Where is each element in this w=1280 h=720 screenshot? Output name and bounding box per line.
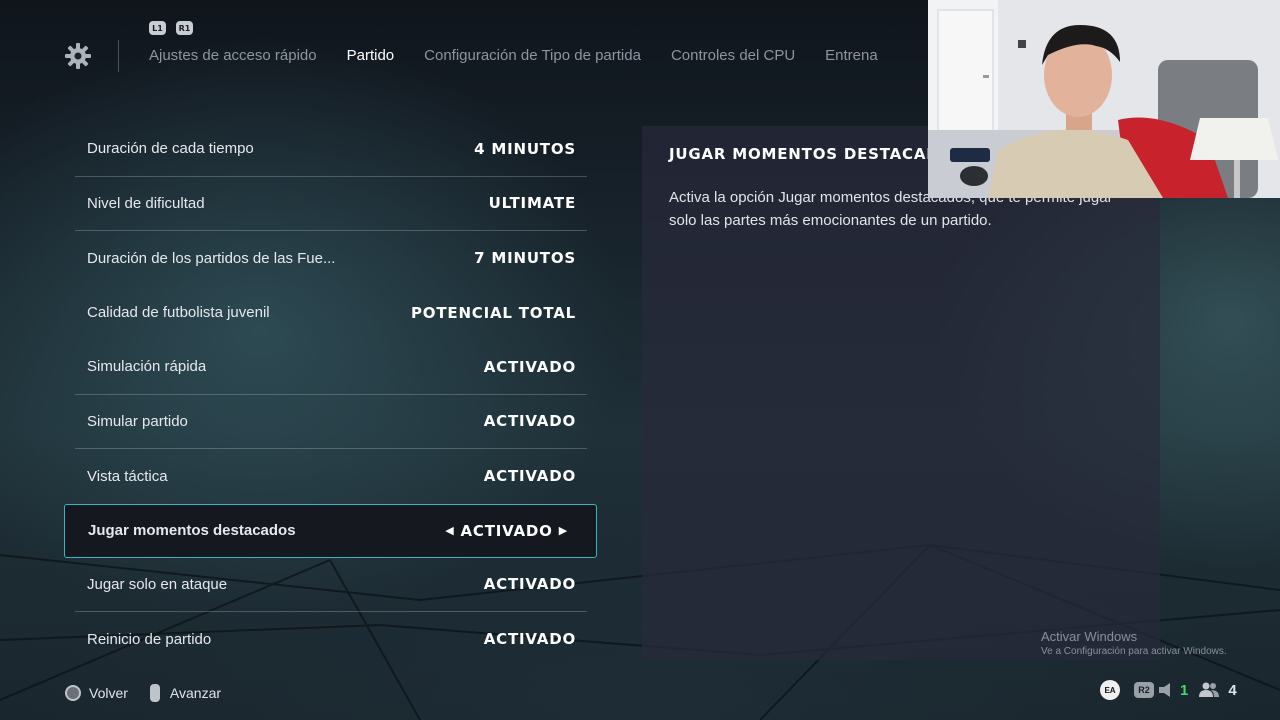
r2-icon: R2: [1134, 682, 1154, 698]
windows-activation-watermark: Activar Windows Ve a Configuración para …: [1041, 629, 1227, 657]
setting-row-vista-tactica[interactable]: Vista táctica ACTIVADO: [75, 449, 587, 504]
players-count: 4: [1228, 681, 1237, 699]
advance-button-label[interactable]: Avanzar: [170, 685, 221, 701]
setting-value: ACTIVADO: [460, 521, 553, 540]
tab-bar: Ajustes de acceso rápido Partido Configu…: [149, 46, 908, 66]
setting-row-simulacion-rapida[interactable]: Simulación rápida ACTIVADO: [75, 340, 587, 395]
setting-value: 7 MINUTOS: [474, 249, 576, 268]
watermark-subtitle: Ve a Configuración para activar Windows.: [1041, 646, 1227, 657]
setting-label: Vista táctica: [87, 467, 168, 485]
stick-icon: [149, 684, 160, 702]
arrow-left-icon[interactable]: ◀: [445, 524, 454, 537]
setting-row-duracion-partidos-fuerzas[interactable]: Duración de los partidos de las Fue... 7…: [75, 231, 587, 286]
setting-value-selector[interactable]: ◀ ACTIVADO ▶: [439, 522, 574, 540]
setting-label: Jugar momentos destacados: [88, 522, 296, 539]
ea-icon: EA: [1100, 680, 1120, 700]
r1-bumper-icon: R1: [176, 21, 193, 35]
setting-label: Duración de los partidos de las Fue...: [87, 249, 336, 267]
footer-controls: Volver Avanzar: [65, 684, 221, 702]
webcam-image: [928, 0, 1280, 198]
back-button-label[interactable]: Volver: [89, 685, 128, 701]
setting-label: Simulación rápida: [87, 358, 207, 376]
setting-row-calidad-juvenil[interactable]: Calidad de futbolista juvenil POTENCIAL …: [75, 286, 587, 341]
setting-label: Simular partido: [87, 412, 188, 430]
match-settings-list: Duración de cada tiempo 4 MINUTOS Nivel …: [64, 122, 597, 667]
setting-label: Jugar solo en ataque: [87, 575, 228, 593]
footer-status: EA R2 1 4: [1100, 680, 1237, 700]
setting-label: Duración de cada tiempo: [87, 140, 254, 158]
watermark-title: Activar Windows: [1041, 629, 1138, 644]
setting-label: Nivel de dificultad: [87, 194, 205, 212]
setting-row-nivel-dificultad[interactable]: Nivel de dificultad ULTIMATE: [75, 177, 587, 231]
setting-value: ACTIVADO: [483, 467, 576, 486]
setting-value: ULTIMATE: [488, 194, 576, 213]
gear-icon[interactable]: [64, 42, 92, 70]
tab-controles-cpu[interactable]: Controles del CPU: [671, 46, 795, 66]
players-icon: [1199, 682, 1220, 697]
tab-entrenamiento[interactable]: Entrena: [825, 46, 878, 66]
tab-ajustes-acceso-rapido[interactable]: Ajustes de acceso rápido: [149, 46, 317, 66]
setting-value: ACTIVADO: [483, 357, 576, 376]
setting-value: ACTIVADO: [483, 630, 576, 649]
setting-value: 4 MINUTOS: [474, 139, 576, 158]
arrow-right-icon[interactable]: ▶: [559, 524, 568, 537]
webcam-overlay: [928, 0, 1280, 198]
setting-row-simular-partido[interactable]: Simular partido ACTIVADO: [75, 395, 587, 449]
setting-value: ACTIVADO: [483, 412, 576, 431]
setting-label: Calidad de futbolista juvenil: [87, 304, 270, 322]
tab-partido[interactable]: Partido: [347, 46, 395, 66]
setting-row-duracion-tiempo[interactable]: Duración de cada tiempo 4 MINUTOS: [75, 122, 587, 177]
setting-row-reinicio-partido[interactable]: Reinicio de partido ACTIVADO: [75, 612, 587, 667]
setting-row-jugar-momentos-destacados[interactable]: Jugar momentos destacados ◀ ACTIVADO ▶: [64, 503, 597, 558]
tab-configuracion-tipo-partida[interactable]: Configuración de Tipo de partida: [424, 46, 641, 66]
l1-bumper-icon: L1: [149, 21, 166, 35]
setting-label: Reinicio de partido: [87, 630, 212, 648]
setting-value: ACTIVADO: [483, 575, 576, 594]
setting-row-jugar-solo-ataque[interactable]: Jugar solo en ataque ACTIVADO: [75, 558, 587, 612]
circle-button-icon: [65, 685, 81, 701]
description-panel: JUGAR MOMENTOS DESTACADOS Activa la opci…: [642, 126, 1160, 660]
header-divider: [118, 40, 119, 72]
mute-icon: [1159, 683, 1170, 697]
description-title: JUGAR MOMENTOS DESTACADOS: [669, 145, 965, 163]
setting-value: POTENCIAL TOTAL: [411, 303, 576, 322]
green-count: 1: [1180, 681, 1189, 699]
